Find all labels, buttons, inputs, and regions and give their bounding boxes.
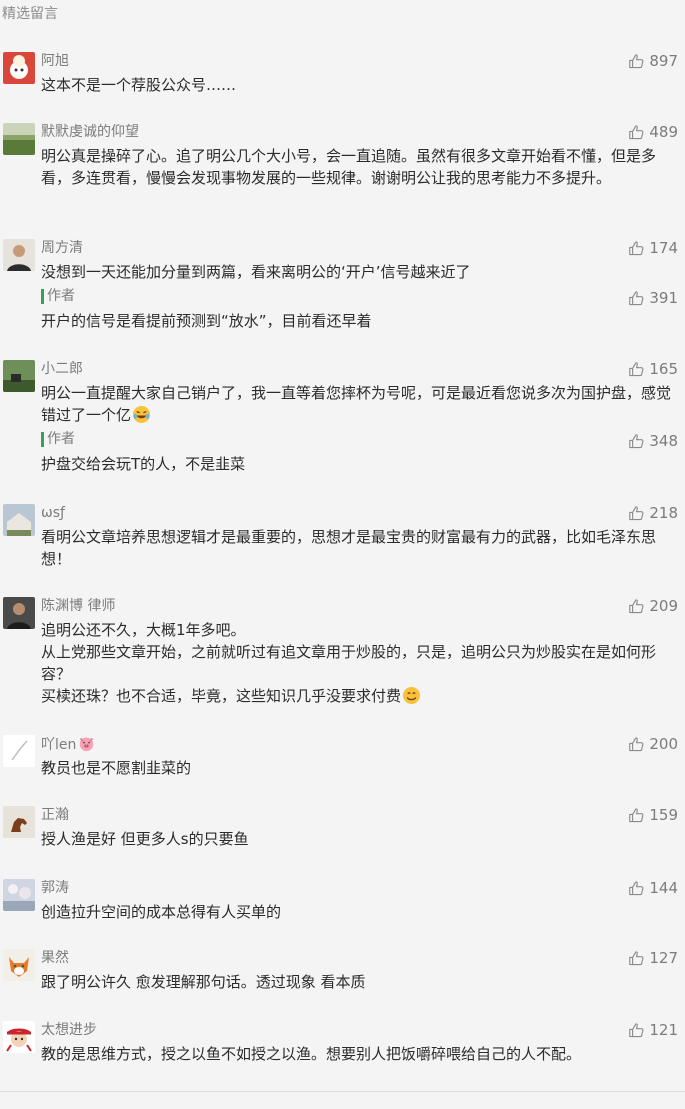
thumbs-up-icon [628, 433, 645, 450]
like-button[interactable]: 121 [628, 1021, 678, 1039]
reply-text: 开户的信号是看提前预测到“放水”，目前看还早着 [41, 312, 372, 330]
pig-face-emoji [80, 737, 94, 752]
comment-text-line: 从上党那些文章开始，之前就听过有追文章用于炒股的，只是，追明公只为炒股实在是如何… [41, 643, 657, 683]
like-count: 489 [649, 123, 678, 141]
author-tag: 作者 [41, 289, 75, 304]
avatar[interactable] [3, 806, 35, 838]
comment-text: 这本不是一个荐股公众号…… [41, 76, 237, 94]
like-button[interactable]: 489 [628, 123, 678, 141]
like-count: 391 [649, 289, 678, 307]
like-button[interactable]: 165 [628, 360, 678, 378]
like-button[interactable]: 144 [628, 879, 678, 897]
thumbs-up-icon [628, 736, 645, 753]
comment-text: 明公真是操碎了心。追了明公几个大小号，会一直追随。虽然有很多文章开始看不懂，但是… [41, 147, 657, 187]
avatar[interactable] [3, 1021, 35, 1053]
avatar[interactable] [3, 597, 35, 629]
like-button[interactable]: 218 [628, 504, 678, 522]
like-count: 144 [649, 879, 678, 897]
thumbs-up-icon [628, 290, 645, 307]
commenter-name[interactable]: 阿旭 [41, 52, 69, 70]
like-count: 209 [649, 597, 678, 615]
like-count: 348 [649, 432, 678, 450]
commenter-name[interactable]: 小二郎 [41, 360, 83, 378]
comment-text-line: 买椟还珠？也不合适，毕竟，这些知识几乎没要求付费 [41, 685, 673, 707]
comment-text: 教员也是不愿割韭菜的 [41, 759, 192, 777]
thumbs-up-icon [628, 880, 645, 897]
avatar[interactable] [3, 879, 35, 911]
bottom-divider [0, 1091, 685, 1092]
comment-text: 创造拉升空间的成本总得有人买单的 [41, 903, 282, 921]
commenter-name[interactable]: 陈渊博 律师 [41, 597, 115, 615]
comment-text: 没想到一天还能加分量到两篇，看来离明公的‘开户’信号越来近了 [41, 263, 471, 281]
thumbs-up-icon [628, 53, 645, 70]
like-button[interactable]: 209 [628, 597, 678, 615]
laughing-tears-emoji [132, 405, 151, 424]
like-button[interactable]: 159 [628, 806, 678, 824]
like-button[interactable]: 348 [628, 432, 678, 450]
thumbs-up-icon [628, 240, 645, 257]
comment-text-line: 追明公还不久，大概1年多吧。 [41, 621, 246, 639]
avatar[interactable] [3, 949, 35, 981]
reply-text: 护盘交给会玩T的人，不是韭菜 [41, 455, 246, 473]
avatar[interactable] [3, 735, 35, 767]
avatar[interactable] [3, 52, 35, 84]
commenter-name[interactable]: 周方清 [41, 239, 83, 257]
commenter-name[interactable]: 默默虔诚的仰望 [41, 123, 139, 141]
avatar[interactable] [3, 239, 35, 271]
section-title: 精选留言 [2, 6, 58, 22]
comment-text: 跟了明公许久 愈发理解那句话。透过现象 看本质 [41, 973, 366, 991]
comment-text: 授人渔是好 但更多人s的只要鱼 [41, 830, 249, 848]
avatar[interactable] [3, 360, 35, 392]
commenter-name[interactable]: 正瀚 [41, 806, 69, 824]
comment-text: 追明公还不久，大概1年多吧。 从上党那些文章开始，之前就听过有追文章用于炒股的，… [41, 619, 673, 707]
commenter-name[interactable]: 吖len [41, 735, 95, 754]
thumbs-up-icon [628, 807, 645, 824]
thumbs-up-icon [628, 598, 645, 615]
like-count: 200 [649, 735, 678, 753]
like-count: 121 [649, 1021, 678, 1039]
author-tag: 作者 [41, 432, 75, 447]
like-button[interactable]: 897 [628, 52, 678, 70]
like-count: 218 [649, 504, 678, 522]
comment-text: 明公一直提醒大家自己销户了，我一直等着您摔杯为号呢，可是最近看您说多次为国护盘，… [41, 382, 673, 426]
like-count: 159 [649, 806, 678, 824]
thumbs-up-icon [628, 1022, 645, 1039]
like-count: 165 [649, 360, 678, 378]
thumbs-up-icon [628, 361, 645, 378]
smile-emoji [402, 686, 421, 705]
thumbs-up-icon [628, 505, 645, 522]
like-button[interactable]: 127 [628, 949, 678, 967]
thumbs-up-icon [628, 950, 645, 967]
like-count: 174 [649, 239, 678, 257]
commenter-name[interactable]: 果然 [41, 949, 69, 967]
thumbs-up-icon [628, 124, 645, 141]
commenter-name[interactable]: 太想进步 [41, 1021, 97, 1039]
avatar[interactable] [3, 504, 35, 536]
like-count: 897 [649, 52, 678, 70]
like-button[interactable]: 174 [628, 239, 678, 257]
like-button[interactable]: 200 [628, 735, 678, 753]
comment-text: 看明公文章培养思想逻辑才是最重要的，思想才是最宝贵的财富最有力的武器，比如毛泽东… [41, 528, 657, 568]
commenter-name[interactable]: 郭涛 [41, 879, 69, 897]
comment-text: 教的是思维方式，授之以鱼不如授之以渔。想要别人把饭嚼碎喂给自己的人不配。 [41, 1045, 582, 1063]
avatar[interactable] [3, 123, 35, 155]
commenter-name[interactable]: ωsƒ [41, 504, 65, 522]
like-button[interactable]: 391 [628, 289, 678, 307]
like-count: 127 [649, 949, 678, 967]
